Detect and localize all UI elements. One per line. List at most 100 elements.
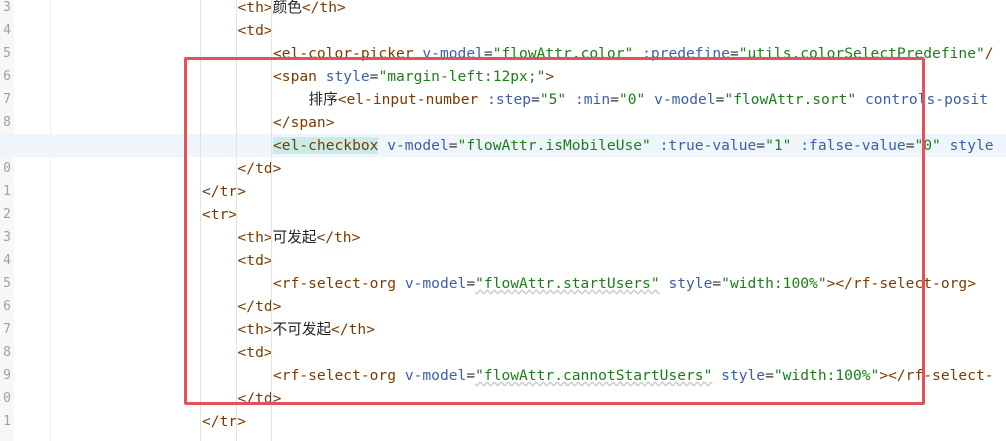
code-token-tag: </td> bbox=[237, 298, 282, 315]
code-line[interactable]: <rf-select-org v-model="flowAttr.cannotS… bbox=[0, 364, 1006, 387]
code-line-text: <td> bbox=[238, 19, 273, 42]
code-line-text: <span style="margin-left:12px;"> bbox=[273, 65, 554, 88]
code-editor[interactable]: 3456789012345678901 <th>颜色</th><td><el-c… bbox=[0, 0, 1006, 441]
code-token-str: "0" bbox=[618, 91, 646, 108]
code-line-text: <rf-select-org v-model="flowAttr.startUs… bbox=[273, 272, 976, 295]
code-token-eq: = bbox=[466, 367, 476, 384]
code-line-text: <th>不可发起</th> bbox=[238, 318, 375, 341]
code-token-tag: </tr> bbox=[202, 413, 246, 430]
code-token-tag: </td> bbox=[237, 390, 282, 407]
code-token-str: "flowAttr.startUsers" bbox=[475, 275, 660, 292]
code-token-tag: <th> bbox=[237, 0, 273, 16]
code-token-attr: v-model bbox=[422, 45, 484, 62]
code-token-eq: = bbox=[729, 45, 739, 62]
code-token-attr: :false-value bbox=[800, 137, 906, 154]
code-line[interactable]: </td> bbox=[0, 387, 1006, 410]
code-token-eq: = bbox=[765, 367, 774, 384]
code-token-str: "0" bbox=[914, 137, 941, 154]
code-line-text: </td> bbox=[238, 157, 282, 180]
code-token-attr: v-model bbox=[404, 275, 467, 292]
code-line[interactable]: <el-checkbox v-model="flowAttr.isMobileU… bbox=[0, 134, 1006, 157]
code-token-tag: </tr> bbox=[202, 183, 246, 200]
code-token-str: "margin-left:12px;" bbox=[378, 68, 546, 85]
code-line-text: </tr> bbox=[202, 410, 246, 433]
code-token-tag: / bbox=[984, 45, 994, 62]
code-token-str: "utils.colorSelectPredefine" bbox=[738, 45, 985, 62]
code-token-str: "width:100%" bbox=[773, 367, 880, 384]
code-line[interactable]: <span style="margin-left:12px;"> bbox=[0, 65, 1006, 88]
code-line[interactable]: <el-color-picker v-model = "flowAttr.color… bbox=[0, 42, 1006, 65]
code-token-tag: </th> bbox=[316, 229, 361, 246]
code-line-text: 排序<el-input-number :step="5" :min="0" v-… bbox=[309, 88, 989, 111]
code-token-tag: </th> bbox=[331, 321, 375, 338]
code-token-str: "5" bbox=[539, 91, 567, 108]
code-token-tag: <el-checkbox bbox=[273, 137, 379, 154]
code-token-str: "flowAttr.color" bbox=[492, 45, 634, 62]
code-token-attr: style bbox=[325, 68, 370, 85]
code-line-text: <td> bbox=[238, 341, 273, 364]
code-token-tag: > bbox=[545, 68, 555, 85]
code-line-text: </td> bbox=[238, 295, 282, 318]
code-line[interactable]: <th>颜色</th> bbox=[0, 0, 1006, 19]
code-line-text: <rf-select-org v-model="flowAttr.cannotS… bbox=[273, 364, 994, 387]
code-token-text: 颜色 bbox=[272, 0, 302, 16]
code-token-tag: ></rf-select-org> bbox=[826, 275, 976, 292]
code-token-tag: <el-color-picker bbox=[273, 45, 414, 62]
code-token-tag: <td> bbox=[237, 344, 273, 361]
code-token-tag: </th> bbox=[301, 0, 346, 16]
code-line[interactable]: </td> bbox=[0, 295, 1006, 318]
code-token-tag: <el-input-number bbox=[337, 91, 479, 108]
code-line-text: <th>可发起</th> bbox=[238, 226, 361, 249]
code-token-attr: v-model bbox=[387, 137, 449, 154]
code-token-str: "width:100%" bbox=[721, 275, 827, 292]
code-line[interactable]: </td> bbox=[0, 157, 1006, 180]
code-line[interactable]: <td> bbox=[0, 249, 1006, 272]
code-line[interactable]: 排序<el-input-number :step="5" :min="0" v-… bbox=[0, 88, 1006, 111]
code-token-tag: </span> bbox=[273, 114, 335, 131]
code-token-attr: v-model bbox=[654, 91, 716, 108]
code-token-tag: <th> bbox=[237, 321, 273, 338]
code-token-attr: style bbox=[721, 367, 766, 384]
code-token-attr: style bbox=[949, 137, 994, 154]
code-token-eq: = bbox=[712, 275, 722, 292]
code-token-text: 可发起 bbox=[272, 229, 317, 246]
code-line-text: <th>颜色</th> bbox=[238, 0, 346, 19]
code-token-attr: v-model bbox=[404, 367, 467, 384]
code-token-eq: = bbox=[610, 91, 619, 108]
code-line-text: </td> bbox=[238, 387, 282, 410]
code-line[interactable]: <tr> bbox=[0, 203, 1006, 226]
code-line[interactable]: <th>可发起</th> bbox=[0, 226, 1006, 249]
indent-guide bbox=[200, 0, 201, 441]
code-token-str: "1" bbox=[765, 137, 792, 154]
code-token-tag: <tr> bbox=[202, 206, 238, 223]
code-token-attr: :step bbox=[487, 91, 532, 108]
code-line-text: <el-color-picker v-model = "flowAttr.color… bbox=[273, 42, 994, 65]
code-token-str: "flowAttr.sort" bbox=[724, 91, 857, 108]
code-token-attr: style bbox=[668, 275, 713, 292]
code-token-tag: ></rf-select- bbox=[879, 367, 994, 384]
code-line[interactable]: <td> bbox=[0, 341, 1006, 364]
code-token-attr: :predefine bbox=[642, 45, 730, 62]
code-token-eq: = bbox=[756, 137, 766, 154]
indent-guide bbox=[271, 0, 272, 441]
code-line[interactable]: </span> bbox=[0, 111, 1006, 134]
code-line-text: </tr> bbox=[202, 180, 246, 203]
code-token-attr: :true-value bbox=[659, 137, 757, 154]
code-line-text: <el-checkbox v-model="flowAttr.isMobileU… bbox=[273, 134, 994, 157]
code-line[interactable]: </tr> bbox=[0, 180, 1006, 203]
code-line[interactable]: <th>不可发起</th> bbox=[0, 318, 1006, 341]
code-line[interactable]: <rf-select-org v-model="flowAttr.startUs… bbox=[0, 272, 1006, 295]
code-line[interactable]: </tr> bbox=[0, 410, 1006, 433]
code-token-eq: = bbox=[531, 91, 540, 108]
code-line[interactable]: <td> bbox=[0, 19, 1006, 42]
